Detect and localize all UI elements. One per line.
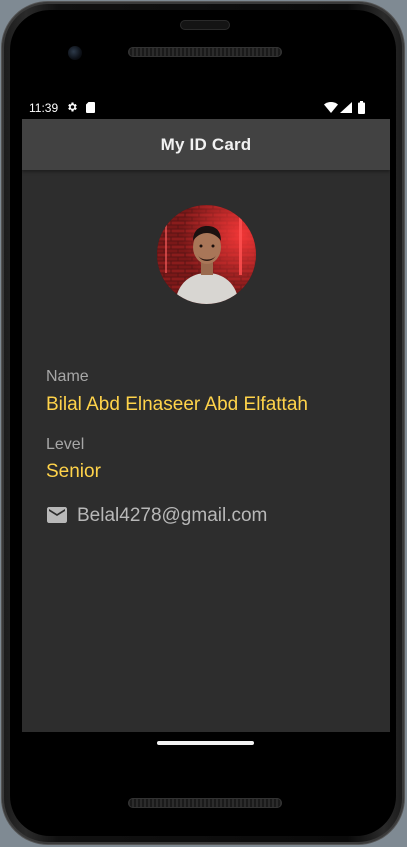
phone-frame: 11:39 My ID Card Name Bilal Abd Elnaseer…: [2, 2, 404, 844]
email-value[interactable]: Belal4278@gmail.com: [77, 505, 267, 527]
navigation-bar: [22, 732, 390, 754]
profile-photo: [157, 205, 256, 304]
app-bar: My ID Card: [22, 119, 390, 170]
front-camera: [68, 46, 82, 60]
sd-card-icon: [86, 102, 95, 113]
name-value: Bilal Abd Elnaseer Abd Elfattah: [46, 394, 308, 415]
level-value: Senior: [46, 461, 101, 482]
avatar: [157, 205, 256, 304]
bottom-speaker: [128, 798, 282, 808]
level-label: Level: [46, 436, 85, 453]
top-speaker: [128, 47, 282, 57]
status-bar: 11:39: [22, 98, 390, 119]
app-screen: 11:39 My ID Card Name Bilal Abd Elnaseer…: [22, 98, 390, 732]
earpiece-notch: [180, 20, 230, 30]
signal-icon: [340, 102, 352, 113]
mail-icon: [47, 507, 67, 523]
gear-icon: [68, 102, 77, 112]
wifi-icon: [324, 102, 338, 113]
name-label: Name: [46, 368, 89, 385]
status-time: 11:39: [29, 101, 59, 115]
page-title: My ID Card: [160, 134, 252, 154]
home-gesture-handle[interactable]: [157, 741, 254, 745]
battery-icon: [358, 101, 365, 114]
